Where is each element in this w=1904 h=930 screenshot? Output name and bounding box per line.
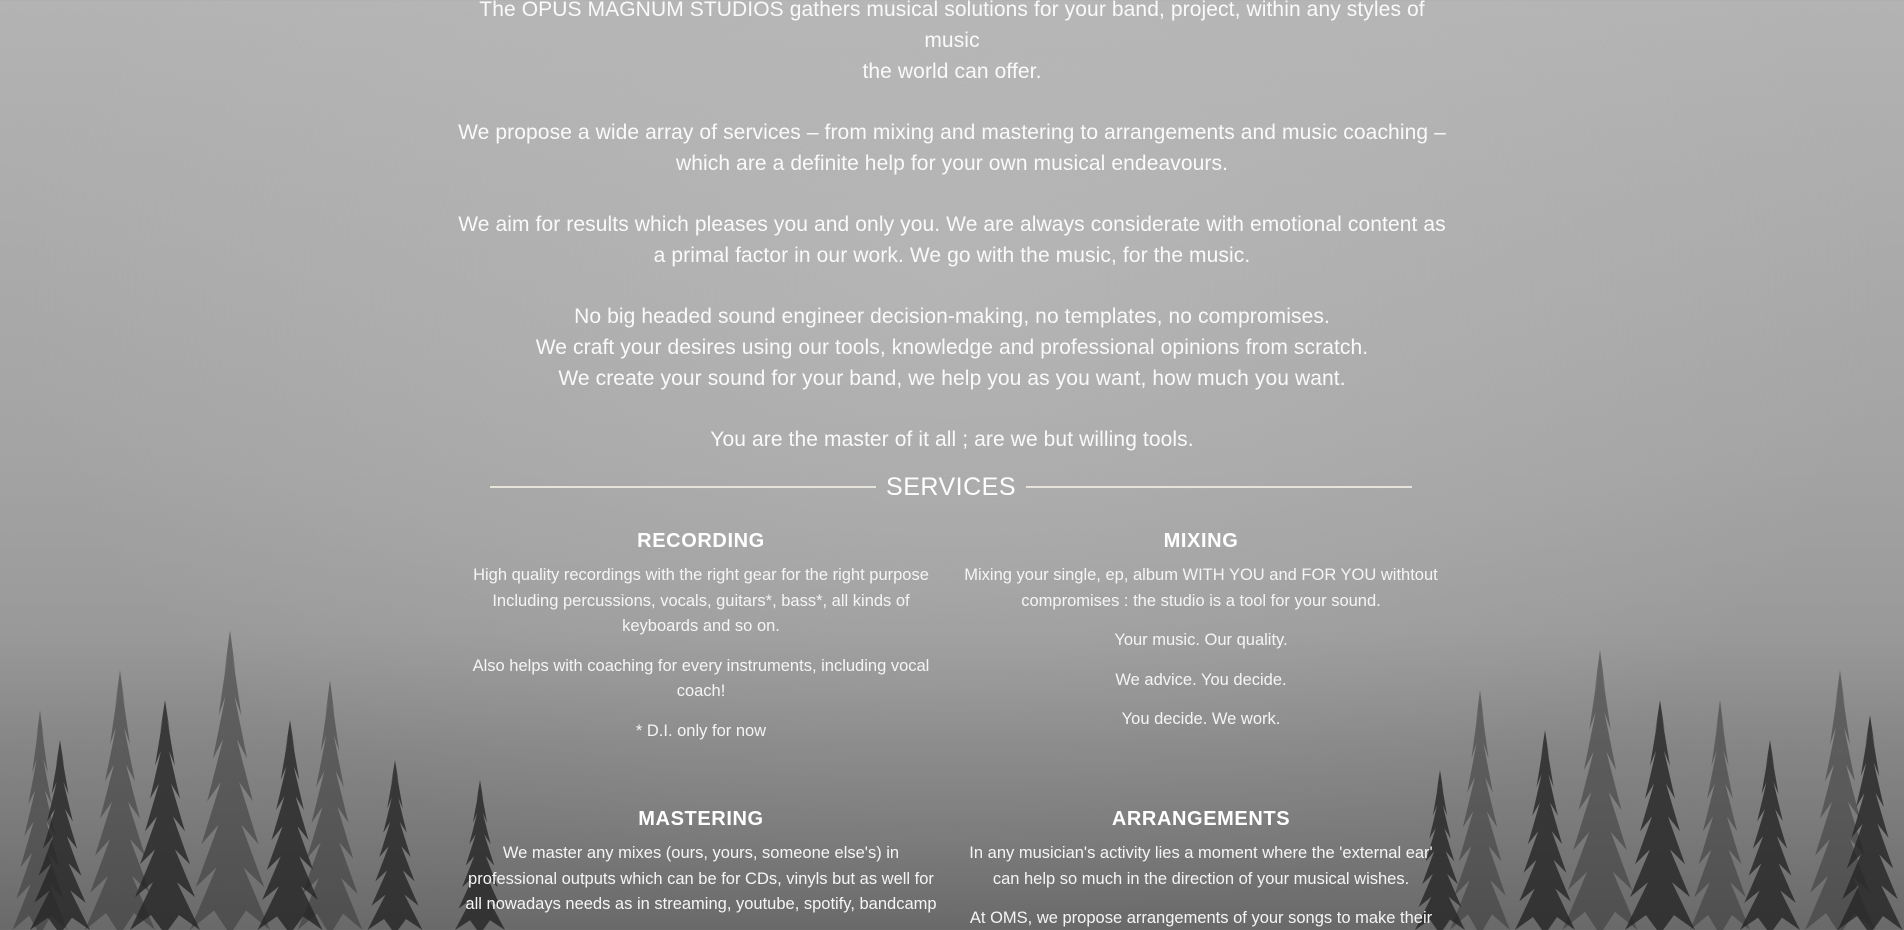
service-tagline: You decide. We work. bbox=[1121, 710, 1281, 728]
divider-left bbox=[490, 486, 877, 488]
intro-text: The OPUS MAGNUM STUDIOS gathers musical … bbox=[452, 0, 1452, 485]
intro-paragraph: The OPUS MAGNUM STUDIOS gathers musical … bbox=[479, 0, 1425, 83]
intro-paragraph: We propose a wide array of services – fr… bbox=[458, 121, 1446, 175]
page-content: The OPUS MAGNUM STUDIOS gathers musical … bbox=[0, 0, 1904, 930]
service-description: We master any mixes (ours, yours, someon… bbox=[465, 844, 937, 913]
service-tagline: We advice. You decide. bbox=[1115, 670, 1287, 689]
service-description: High quality recordings with the right g… bbox=[473, 566, 929, 635]
service-description: Also helps with coaching for every instr… bbox=[472, 656, 930, 701]
service-description: Mixing your single, ep, album WITH YOU a… bbox=[964, 566, 1438, 610]
intro-paragraph: We aim for results which pleases you and… bbox=[458, 213, 1446, 267]
service-title: MASTERING bbox=[638, 808, 764, 830]
services-title: SERVICES bbox=[886, 472, 1016, 501]
service-title: ARRANGEMENTS bbox=[1111, 808, 1291, 830]
service-arrangements: ARRANGEMENTS In any musician's activity … bbox=[961, 808, 1441, 930]
service-title: MIXING bbox=[1163, 530, 1239, 552]
service-tagline: Your music. Our quality. bbox=[1114, 631, 1288, 649]
service-footnote: * D.I. only for now bbox=[635, 721, 767, 740]
service-description: In any musician's activity lies a moment… bbox=[969, 844, 1433, 888]
divider-right bbox=[1026, 486, 1413, 488]
service-mastering: MASTERING We master any mixes (ours, you… bbox=[461, 808, 941, 930]
service-title: RECORDING bbox=[637, 530, 765, 552]
service-description: At OMS, we propose arrangements of your … bbox=[969, 909, 1433, 927]
service-recording: RECORDING High quality recordings with t… bbox=[461, 530, 941, 758]
services-header: SERVICES bbox=[490, 470, 1413, 504]
intro-paragraph: You are the master of it all ; are we bu… bbox=[710, 428, 1194, 451]
service-mixing: MIXING Mixing your single, ep, album WIT… bbox=[961, 530, 1441, 747]
intro-paragraph: No big headed sound engineer decision-ma… bbox=[535, 305, 1369, 390]
